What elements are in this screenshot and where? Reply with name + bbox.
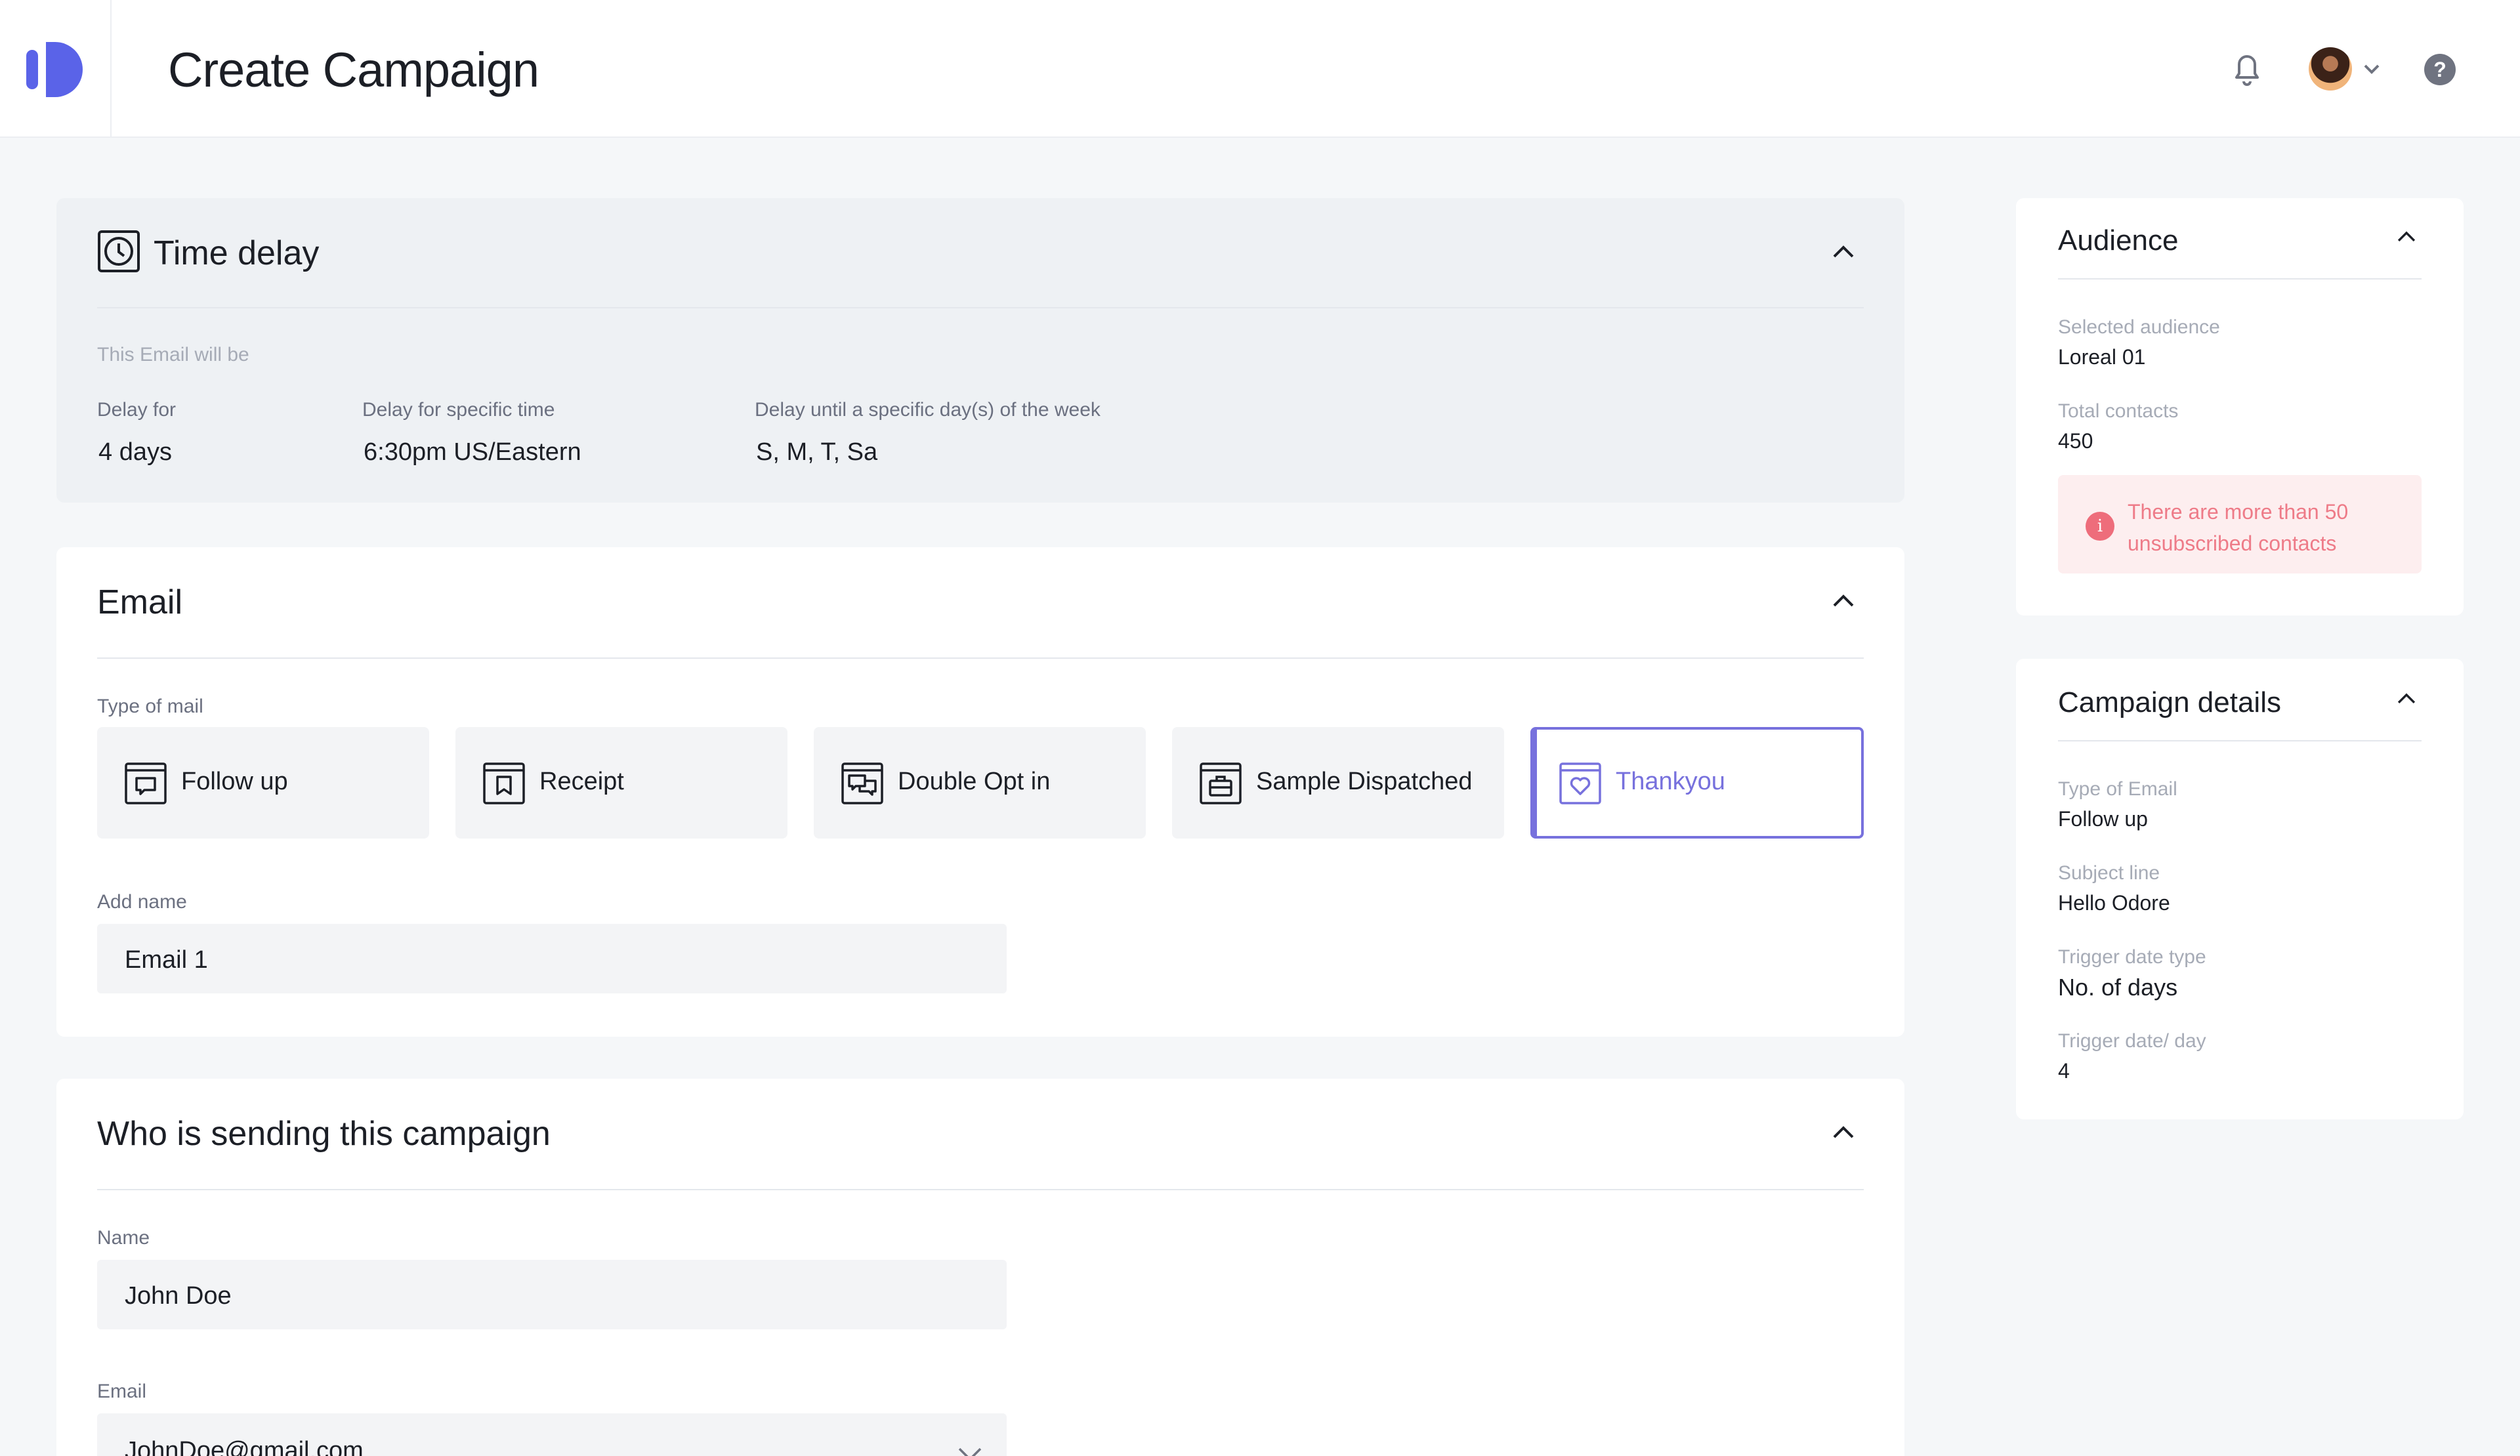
- collapse-chevron-icon[interactable]: [1830, 1123, 1857, 1141]
- campaign-details-title: Campaign details: [2058, 686, 2281, 718]
- subject-line-value: Hello Odore: [2058, 891, 2170, 915]
- sender-email-select[interactable]: JohnDoe@gmail.com: [97, 1413, 1007, 1456]
- clock-icon: [98, 230, 140, 272]
- delay-specific-time-label: Delay for specific time: [362, 399, 555, 421]
- trigger-date-type-label: Trigger date type: [2058, 946, 2206, 968]
- collapse-chevron-icon[interactable]: [1830, 591, 1857, 610]
- mail-type-sample-dispatched[interactable]: Sample Dispatched: [1172, 727, 1504, 839]
- trigger-date-day-value: 4: [2058, 1059, 2070, 1083]
- time-delay-card: Time delay This Email will be Delay for …: [56, 198, 1904, 503]
- delay-for-value: 4 days: [98, 438, 172, 466]
- sender-email-label: Email: [97, 1381, 147, 1402]
- app-logo-icon[interactable]: [26, 41, 87, 98]
- mail-type-receipt[interactable]: Receipt: [455, 727, 788, 839]
- mail-type-double-opt-in[interactable]: Double Opt in: [814, 727, 1146, 839]
- trigger-date-type-value: No. of days: [2058, 974, 2178, 1001]
- alert-text: There are more than 50 unsubscribed cont…: [2128, 500, 2349, 555]
- divider: [97, 307, 1864, 308]
- message-icon: [125, 762, 167, 804]
- add-name-label: Add name: [97, 891, 187, 913]
- type-of-email-value: Follow up: [2058, 807, 2148, 831]
- user-avatar[interactable]: [2309, 47, 2352, 91]
- input-value: John Doe: [125, 1282, 232, 1310]
- total-contacts-label: Total contacts: [2058, 400, 2179, 422]
- delay-weekday-label: Delay until a specific day(s) of the wee…: [755, 399, 1101, 421]
- bookmark-icon: [483, 762, 525, 804]
- collapse-chevron-icon[interactable]: [2395, 228, 2418, 244]
- info-icon: i: [2086, 512, 2114, 541]
- type-of-mail-label: Type of mail: [97, 696, 203, 717]
- select-value: JohnDoe@gmail.com: [125, 1437, 364, 1456]
- type-of-email-label: Type of Email: [2058, 778, 2177, 800]
- sender-name-label: Name: [97, 1227, 150, 1249]
- email-section-title: Email: [97, 583, 183, 621]
- input-value: Email 1: [125, 946, 208, 974]
- time-delay-title: Time delay: [154, 234, 320, 272]
- sender-name-input[interactable]: John Doe: [97, 1260, 1007, 1329]
- trigger-date-day-label: Trigger date/ day: [2058, 1030, 2206, 1052]
- divider: [2058, 278, 2422, 280]
- briefcase-icon: [1200, 762, 1242, 804]
- unsubscribed-alert: i There are more than 50 unsubscribed co…: [2058, 475, 2422, 573]
- mail-type-label: Sample Dispatched: [1256, 768, 1473, 795]
- selected-audience-label: Selected audience: [2058, 316, 2220, 338]
- help-icon[interactable]: ?: [2424, 54, 2456, 85]
- delay-for-label: Delay for: [97, 399, 177, 421]
- top-bar: Create Campaign ?: [0, 0, 2520, 138]
- page-title: Create Campaign: [168, 43, 539, 97]
- notification-bell-icon[interactable]: [2230, 50, 2264, 87]
- mail-type-thankyou[interactable]: Thankyou: [1530, 727, 1864, 839]
- total-contacts-value: 450: [2058, 429, 2093, 453]
- delay-specific-time-value: 6:30pm US/Eastern: [364, 438, 581, 466]
- mail-type-label: Follow up: [181, 768, 288, 795]
- mail-type-label: Receipt: [539, 768, 624, 795]
- mail-type-label: Thankyou: [1616, 768, 1725, 795]
- mail-type-follow-up[interactable]: Follow up: [97, 727, 429, 839]
- selected-audience-value: Loreal 01: [2058, 345, 2146, 369]
- email-name-input[interactable]: Email 1: [97, 924, 1007, 993]
- divider: [97, 657, 1864, 659]
- chevron-down-icon: [958, 1447, 982, 1456]
- delay-weekday-value: S, M, T, Sa: [756, 438, 878, 466]
- chat-bubbles-icon: [841, 762, 883, 804]
- logo-column: [0, 0, 112, 138]
- audience-title: Audience: [2058, 224, 2179, 257]
- subject-line-label: Subject line: [2058, 862, 2160, 884]
- time-delay-intro: This Email will be: [97, 344, 249, 365]
- heart-icon: [1559, 762, 1601, 804]
- chevron-down-icon[interactable]: [2360, 59, 2384, 79]
- collapse-chevron-icon[interactable]: [1830, 242, 1857, 260]
- divider: [97, 1189, 1864, 1190]
- collapse-chevron-icon[interactable]: [2395, 690, 2418, 706]
- sender-section-title: Who is sending this campaign: [97, 1115, 551, 1153]
- divider: [2058, 740, 2422, 741]
- mail-type-label: Double Opt in: [898, 768, 1051, 795]
